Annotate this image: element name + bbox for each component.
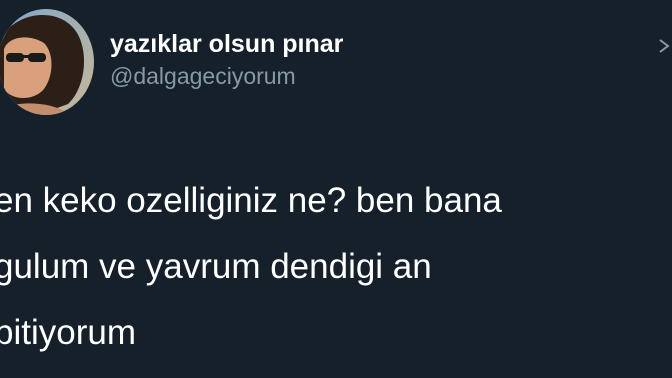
profile-photo-icon <box>0 9 94 115</box>
display-name[interactable]: yazıklar olsun pınar <box>110 28 343 60</box>
tweet-text-line: bitiyorum <box>0 313 136 352</box>
tweet-text-line: en keko ozelliginiz ne? ben bana <box>0 181 502 220</box>
tweet-text-line: gulum ve yavrum dendigi an <box>0 247 432 286</box>
tweet-text: en keko ozelliginiz ne? ben bana gulum v… <box>0 168 654 366</box>
more-options-icon[interactable] <box>658 36 672 56</box>
tweet-card: yazıklar olsun pınar @dalgageciyorum en … <box>0 0 672 378</box>
user-info: yazıklar olsun pınar @dalgageciyorum <box>110 28 343 90</box>
avatar[interactable] <box>0 9 94 115</box>
user-handle[interactable]: @dalgageciyorum <box>110 62 343 90</box>
